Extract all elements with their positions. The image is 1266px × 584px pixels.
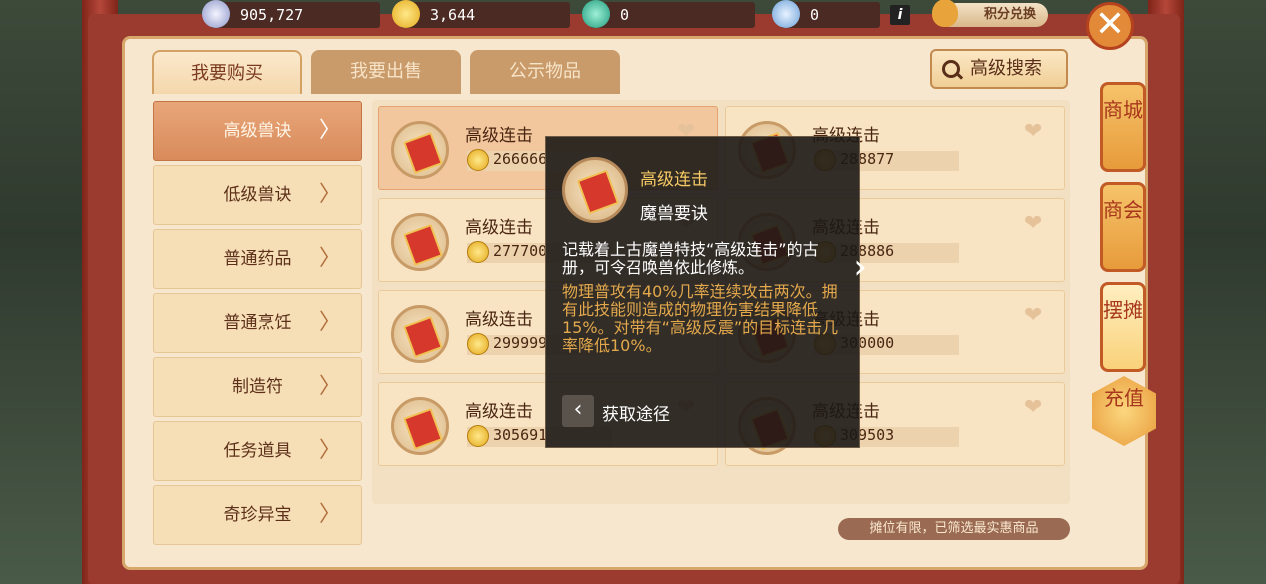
- item-name: 高级连击: [465, 126, 533, 146]
- category-label: 高级兽诀: [223, 121, 292, 141]
- category-advanced-beast-skill[interactable]: 高级兽诀 〉: [153, 101, 362, 161]
- chevron-right-icon: 〉: [318, 118, 341, 143]
- category-label: 制造符: [232, 377, 283, 397]
- side-button-guild[interactable]: 商会: [1100, 182, 1146, 272]
- skill-book-icon: [391, 397, 449, 455]
- gold-coin-icon: [392, 0, 420, 28]
- skill-book-icon: [391, 305, 449, 363]
- chevron-left-icon: ‹: [562, 395, 594, 427]
- category-crafting-charm[interactable]: 制造符 〉: [153, 357, 362, 417]
- category-label: 普通烹饪: [223, 313, 292, 333]
- points-exchange-button[interactable]: 积分兑换: [932, 0, 1048, 27]
- category-label: 任务道具: [223, 441, 292, 461]
- coin-icon: [467, 333, 489, 355]
- chevron-right-icon: 〉: [318, 438, 341, 463]
- gold-amount: 3,644: [430, 6, 476, 24]
- category-medicine[interactable]: 普通药品 〉: [153, 229, 362, 289]
- skill-book-icon: [562, 157, 628, 223]
- item-tooltip: 高级连击 魔兽要诀 记载着上古魔兽特技“高级连击”的古册，可令召唤兽依此修炼。 …: [545, 136, 867, 448]
- advanced-search-button[interactable]: 高级搜索: [930, 49, 1068, 89]
- tab-buy[interactable]: 我要购买: [152, 50, 302, 94]
- acquisition-source-label: 获取途径: [602, 405, 670, 425]
- chevron-right-icon: 〉: [318, 182, 341, 207]
- chevron-right-icon: 〉: [318, 502, 341, 527]
- skill-book-icon: [391, 121, 449, 179]
- jade-icon: [582, 0, 610, 28]
- favorite-heart-icon[interactable]: ❤: [1024, 305, 1050, 327]
- chevron-right-icon: 〉: [318, 310, 341, 335]
- item-price: 266666: [493, 150, 548, 168]
- points-balance: 0: [772, 0, 880, 28]
- favorite-heart-icon[interactable]: ❤: [1024, 397, 1050, 419]
- tooltip-description: 记载着上古魔兽特技“高级连击”的古册，可令召唤兽依此修炼。: [562, 240, 819, 277]
- close-icon[interactable]: ✕: [1086, 2, 1134, 50]
- category-label: 普通药品: [223, 249, 292, 269]
- tooltip-item-type: 魔兽要诀: [640, 204, 708, 224]
- tooltip-effect: 物理普攻有40%几率连续攻击两次。拥有此技能则造成的物理伤害结果降低15%。对带…: [562, 282, 839, 355]
- info-button[interactable]: i: [890, 5, 910, 25]
- tooltip-item-name: 高级连击: [640, 170, 708, 190]
- cloud-points-icon: [772, 0, 800, 28]
- advanced-search-label: 高级搜索: [970, 58, 1042, 79]
- item-price: 299999: [493, 334, 548, 352]
- footer-note: 摊位有限，已筛选最实惠商品: [838, 518, 1070, 540]
- coin-icon: [467, 241, 489, 263]
- silver-balance: 905,727: [202, 0, 380, 28]
- silver-coin-icon: [202, 0, 230, 28]
- chevron-right-icon: 〉: [318, 374, 341, 399]
- category-treasures[interactable]: 奇珍异宝 〉: [153, 485, 362, 545]
- chevron-right-icon[interactable]: ›: [853, 247, 867, 287]
- item-price: 277700: [493, 242, 548, 260]
- coin-icon: [467, 425, 489, 447]
- points-exchange-label: 积分兑换: [983, 7, 1036, 22]
- points-amount: 0: [810, 6, 820, 24]
- skill-book-icon: [391, 213, 449, 271]
- item-price: 305691: [493, 426, 548, 444]
- side-button-mall[interactable]: 商城: [1100, 82, 1146, 172]
- favorite-heart-icon[interactable]: ❤: [1024, 213, 1050, 235]
- chevron-right-icon: 〉: [318, 246, 341, 271]
- tab-public-items[interactable]: 公示物品: [470, 50, 620, 94]
- category-label: 奇珍异宝: [223, 505, 292, 525]
- tab-sell[interactable]: 我要出售: [311, 50, 461, 94]
- silver-amount: 905,727: [240, 6, 304, 24]
- coin-icon: [467, 149, 489, 171]
- favorite-heart-icon[interactable]: ❤: [1024, 121, 1050, 143]
- search-icon: [942, 60, 960, 78]
- item-name: 高级连击: [465, 310, 533, 330]
- category-label: 低级兽诀: [223, 185, 292, 205]
- category-basic-beast-skill[interactable]: 低级兽诀 〉: [153, 165, 362, 225]
- side-button-stall[interactable]: 摆摊: [1100, 282, 1146, 372]
- category-cooking[interactable]: 普通烹饪 〉: [153, 293, 362, 353]
- gold-balance: 3,644: [392, 0, 570, 28]
- jade-amount: 0: [620, 6, 630, 24]
- jade-balance: 0: [582, 0, 755, 28]
- category-quest-items[interactable]: 任务道具 〉: [153, 421, 362, 481]
- money-bag-icon: [932, 0, 958, 27]
- item-name: 高级连击: [465, 402, 533, 422]
- item-name: 高级连击: [465, 218, 533, 238]
- currency-bar: 905,727 3,644 0 0 i 积分兑换: [130, 0, 1070, 30]
